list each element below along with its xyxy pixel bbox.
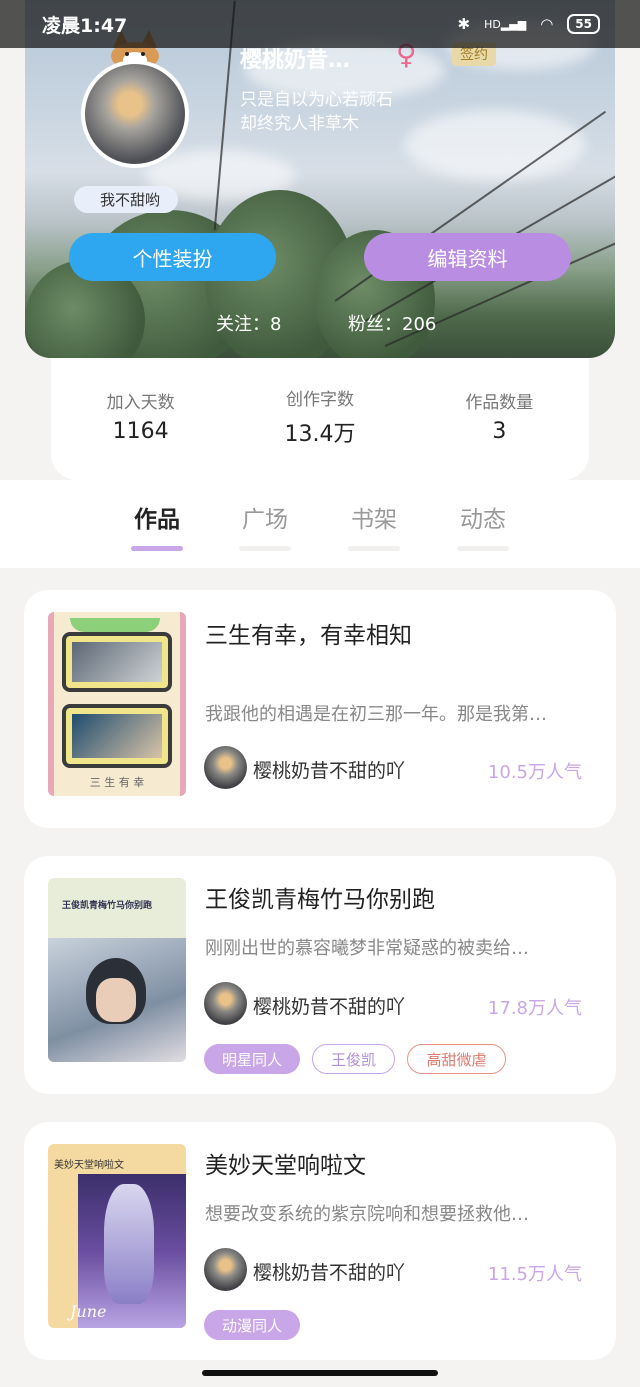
popularity: 11.5万人气 [487,1264,582,1285]
author-name: 樱桃奶昔不甜的吖 [253,1262,406,1284]
work-desc: 我跟他的相遇是在初三那一年。那是我第… [205,704,547,725]
cover-title: 王俊凯青梅竹马你别跑 [62,901,153,911]
avatar-frame[interactable] [75,30,195,170]
following-count[interactable]: 关注：8 [216,310,281,336]
battery-icon: 55 [567,14,600,34]
author-name: 樱桃奶昔不甜的吖 [253,996,406,1018]
popularity: 17.8万人气 [487,998,582,1019]
tab-square[interactable]: 广场 [229,500,301,551]
home-indicator[interactable] [202,1370,438,1376]
stat-value: 13.4万 [284,421,356,447]
cover-signature: June [70,1302,107,1321]
tab-works[interactable]: 作品 [121,500,193,551]
stat-word-count: 创作字数 13.4万 [235,385,405,448]
work-cover: 三 生 有 幸 [48,612,186,796]
author-avatar [204,1248,247,1291]
stat-label: 创作字数 [285,389,354,410]
stat-value: 1164 [112,419,169,444]
status-time: 凌晨1:47 [42,14,128,37]
tab-bookshelf[interactable]: 书架 [338,500,410,551]
signal-icon: HD▂▄▆ [484,17,527,31]
nickname-badge: 我不甜哟 [74,186,179,213]
stat-label: 加入天数 [106,393,175,413]
work-card[interactable]: 三 生 有 幸 三生有幸，有幸相知 我跟他的相遇是在初三那一年。那是我第… 樱桃… [24,590,616,828]
avatar [81,60,189,168]
followers-count[interactable]: 粉丝：206 [348,310,436,336]
work-title[interactable]: 王俊凯青梅竹马你别跑 [205,880,435,914]
work-card[interactable]: 美妙天堂响啦文 June 美妙天堂响啦文 想要改变系统的紫京院响和想要拯救他… … [24,1122,616,1360]
stats-card: 加入天数 1164 创作字数 13.4万 作品数量 3 [51,358,589,480]
tab-bar: 作品 广场 书架 动态 [0,480,640,568]
status-bar: 凌晨1:47 ✱ HD▂▄▆ ◠ 55 [0,0,640,48]
bio-line: 却终究人非草木 [240,114,359,134]
work-cover: 美妙天堂响啦文 June [48,1144,186,1328]
popularity: 10.5万人气 [487,762,582,783]
author-avatar [204,982,247,1025]
work-card[interactable]: 王俊凯青梅竹马你别跑 王俊凯青梅竹马你别跑 刚刚出世的慕容曦梦非常疑惑的被卖给…… [24,856,616,1094]
stat-works-count: 作品数量 3 [414,388,584,444]
tag-sweet-angst[interactable]: 高甜微虐 [407,1044,506,1074]
work-cover: 王俊凯青梅竹马你别跑 [48,878,186,1062]
author-name: 樱桃奶昔不甜的吖 [253,760,406,782]
edit-profile-button[interactable]: 编辑资料 [364,233,571,281]
tag-star-fanfic[interactable]: 明星同人 [204,1044,300,1074]
work-title[interactable]: 三生有幸，有幸相知 [205,616,412,650]
stat-value: 3 [492,419,507,444]
bluetooth-icon: ✱ [457,15,471,33]
cover-title: 美妙天堂响啦文 [54,1160,124,1171]
tag-anime-fanfic[interactable]: 动漫同人 [204,1310,300,1340]
author-avatar [204,746,247,789]
work-desc: 想要改变系统的紫京院响和想要拯救他… [205,1204,529,1225]
tag-wang-junkai[interactable]: 王俊凯 [312,1044,395,1074]
work-desc: 刚刚出世的慕容曦梦非常疑惑的被卖给… [205,938,529,959]
stat-label: 作品数量 [465,393,534,413]
stat-join-days: 加入天数 1164 [56,388,226,444]
tab-activity[interactable]: 动态 [447,500,519,551]
wifi-icon: ◠ [540,15,554,33]
work-title[interactable]: 美妙天堂响啦文 [205,1146,366,1180]
bio: 只是自以为心若顽石 却终究人非草木 [240,88,393,136]
cover-title: 三 生 有 幸 [89,776,145,789]
dress-up-button[interactable]: 个性装扮 [69,233,276,281]
bio-line: 只是自以为心若顽石 [240,90,393,110]
